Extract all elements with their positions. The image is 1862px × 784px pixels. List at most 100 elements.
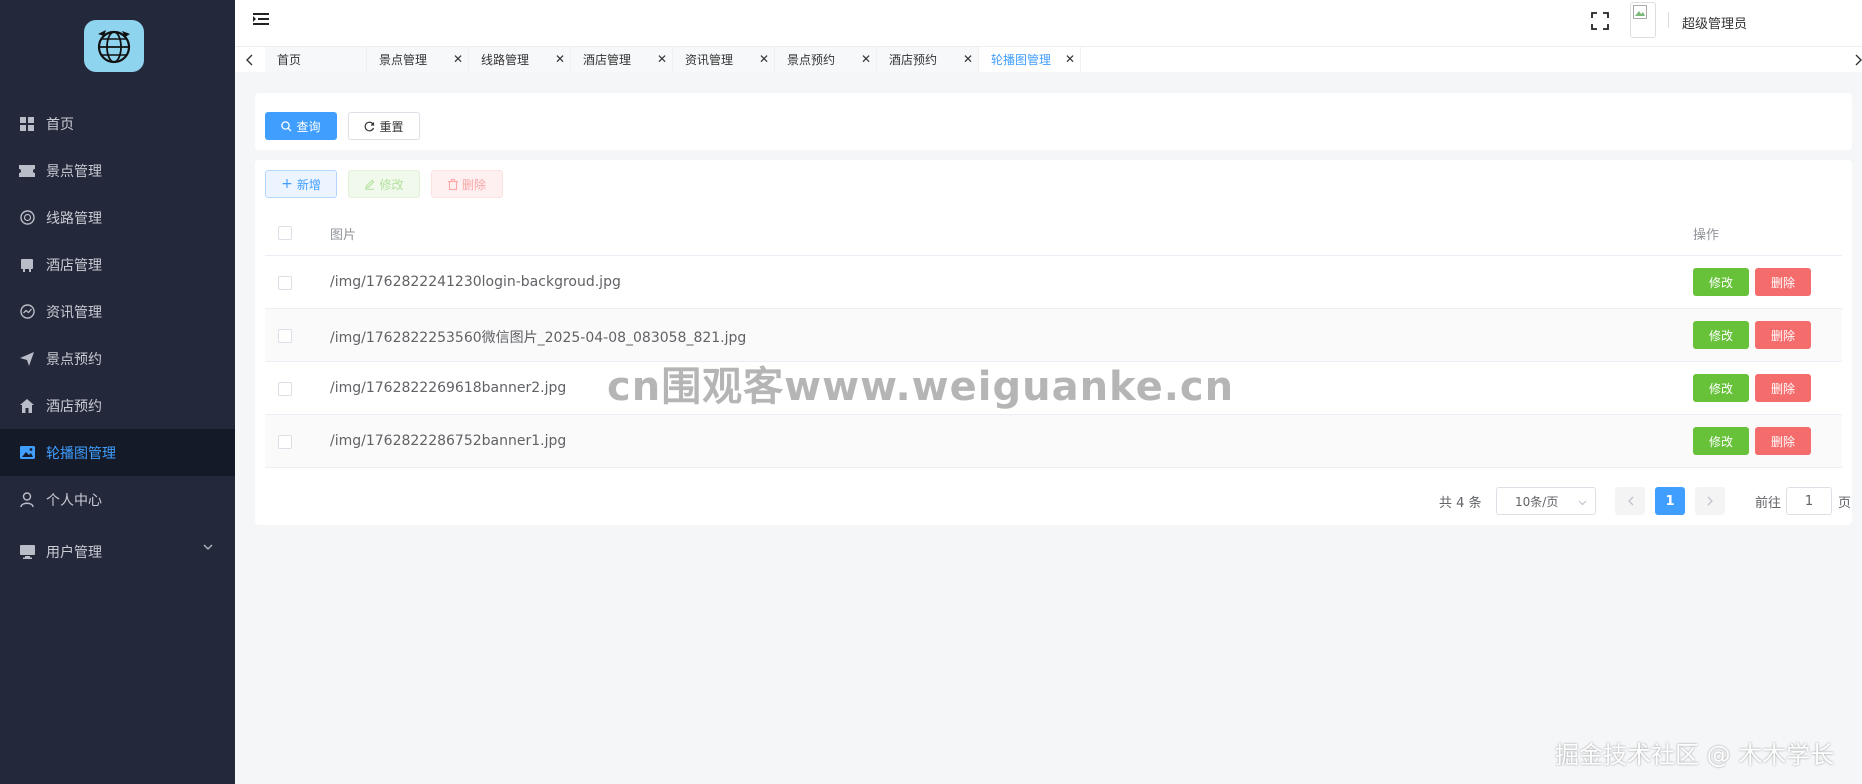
- delete-button[interactable]: 删除: [431, 170, 503, 198]
- sidebar-item-scenic[interactable]: 景点管理: [0, 147, 235, 194]
- fullscreen-icon[interactable]: [1591, 12, 1609, 30]
- add-button-label: 新增: [296, 177, 321, 192]
- row-delete-button[interactable]: 删除: [1755, 268, 1811, 296]
- row-checkbox[interactable]: [278, 276, 292, 290]
- row-edit-button[interactable]: 修改: [1693, 321, 1749, 349]
- sidebar-item-profile[interactable]: 个人中心: [0, 476, 235, 523]
- sidebar: 首页 景点管理 线路管理 酒店管理 资讯管理 景点预约 酒店预约 轮播图管理 个…: [0, 0, 235, 784]
- tab-label: 景点预约: [787, 53, 836, 67]
- sidebar-item-route[interactable]: 线路管理: [0, 194, 235, 241]
- tab-label: 景点管理: [379, 53, 428, 67]
- sidebar-item-banner[interactable]: 轮播图管理: [0, 429, 235, 476]
- chevron-right-icon[interactable]: [1855, 50, 1862, 70]
- close-icon[interactable]: ✕: [759, 52, 769, 66]
- row-delete-button[interactable]: 删除: [1755, 374, 1811, 402]
- goto-prefix: 前往: [1755, 495, 1782, 511]
- tab-hotel[interactable]: 酒店管理 ✕: [571, 47, 673, 72]
- tab-scenic[interactable]: 景点管理 ✕: [367, 47, 469, 72]
- route-icon: [19, 210, 35, 226]
- row-edit-button[interactable]: 修改: [1693, 427, 1749, 455]
- goto-page-input[interactable]: 1: [1786, 487, 1832, 515]
- top-header: 超级管理员: [235, 0, 1862, 47]
- sidebar-item-label: 酒店预约: [46, 398, 102, 415]
- tab-scenic-booking[interactable]: 景点预约 ✕: [775, 47, 877, 72]
- username-label[interactable]: 超级管理员: [1682, 13, 1747, 32]
- avatar[interactable]: [1630, 2, 1656, 38]
- row-delete-label: 删除: [1770, 434, 1795, 449]
- next-page-button[interactable]: [1695, 487, 1725, 515]
- row-delete-label: 删除: [1770, 275, 1795, 290]
- tab-label: 首页: [277, 53, 302, 67]
- close-icon[interactable]: ✕: [963, 52, 973, 66]
- edit-button[interactable]: 修改: [348, 170, 420, 198]
- edit-button-label: 修改: [379, 177, 404, 192]
- row-delete-label: 删除: [1770, 328, 1795, 343]
- close-icon[interactable]: ✕: [861, 52, 871, 66]
- reset-button-label: 重置: [379, 119, 404, 134]
- row-edit-label: 修改: [1708, 381, 1733, 396]
- row-checkbox[interactable]: [278, 382, 292, 396]
- tab-banner[interactable]: 轮播图管理 ✕: [979, 47, 1081, 72]
- select-all-checkbox[interactable]: [278, 226, 292, 240]
- tab-label: 轮播图管理: [991, 53, 1052, 67]
- row-edit-label: 修改: [1708, 275, 1733, 290]
- sidebar-item-label: 用户管理: [46, 545, 102, 561]
- row-checkbox[interactable]: [278, 329, 292, 343]
- search-card: 查询 重置: [255, 93, 1852, 150]
- row-edit-button[interactable]: 修改: [1693, 374, 1749, 402]
- table-row: /img/1762822241230login-backgroud.jpg 修改…: [265, 256, 1842, 309]
- goto-suffix: 页: [1838, 495, 1852, 511]
- page-size-select[interactable]: 10条/页: [1496, 487, 1596, 515]
- sidebar-item-label: 个人中心: [46, 492, 102, 509]
- tab-route[interactable]: 线路管理 ✕: [469, 47, 571, 72]
- sidebar-item-users[interactable]: 用户管理: [0, 523, 235, 581]
- row-delete-button[interactable]: 删除: [1755, 321, 1811, 349]
- tab-news[interactable]: 资讯管理 ✕: [673, 47, 775, 72]
- table-header: 图片 操作: [265, 210, 1842, 256]
- picture-icon: [19, 445, 35, 461]
- row-edit-button[interactable]: 修改: [1693, 268, 1749, 296]
- table-card: + 新增 修改 删除 图片 操作 /img/1762822241230login…: [255, 160, 1852, 525]
- prev-page-button[interactable]: [1615, 487, 1645, 515]
- sidebar-menu: 首页 景点管理 线路管理 酒店管理 资讯管理 景点预约 酒店预约 轮播图管理 个…: [0, 100, 235, 581]
- tab-label: 资讯管理: [685, 53, 734, 67]
- sidebar-item-home[interactable]: 首页: [0, 100, 235, 147]
- app-logo: [84, 20, 144, 72]
- add-button[interactable]: + 新增: [265, 170, 337, 198]
- sidebar-item-hotel-booking[interactable]: 酒店预约: [0, 382, 235, 429]
- user-icon: [19, 492, 35, 508]
- refresh-icon: [365, 121, 375, 131]
- query-button[interactable]: 查询: [265, 112, 337, 140]
- image-path: /img/1762822269618banner2.jpg: [330, 380, 567, 396]
- query-button-label: 查询: [296, 119, 321, 134]
- close-icon[interactable]: ✕: [555, 52, 565, 66]
- send-icon: [19, 351, 35, 367]
- delete-button-label: 删除: [461, 177, 486, 192]
- chevron-left-icon[interactable]: [239, 50, 259, 70]
- image-path: /img/1762822286752banner1.jpg: [330, 433, 567, 449]
- image-path: /img/1762822253560微信图片_2025-04-08_083058…: [330, 330, 747, 346]
- tab-label: 线路管理: [481, 53, 530, 67]
- sidebar-item-hotel[interactable]: 酒店管理: [0, 241, 235, 288]
- trash-icon: [447, 178, 458, 190]
- row-delete-button[interactable]: 删除: [1755, 427, 1811, 455]
- search-icon: [281, 120, 292, 131]
- row-checkbox[interactable]: [278, 435, 292, 449]
- tab-home[interactable]: 首页: [265, 47, 367, 72]
- sidebar-item-scenic-booking[interactable]: 景点预约: [0, 335, 235, 382]
- sidebar-item-label: 景点管理: [46, 163, 102, 180]
- sidebar-item-news[interactable]: 资讯管理: [0, 288, 235, 335]
- dashboard-icon: [19, 116, 35, 132]
- image-path: /img/1762822241230login-backgroud.jpg: [330, 274, 621, 290]
- close-icon[interactable]: ✕: [657, 52, 667, 66]
- column-header-image: 图片: [330, 228, 357, 243]
- page-number-current[interactable]: 1: [1655, 487, 1685, 515]
- close-icon[interactable]: ✕: [453, 52, 463, 66]
- close-icon[interactable]: ✕: [1065, 52, 1075, 66]
- row-delete-label: 删除: [1770, 381, 1795, 396]
- row-edit-label: 修改: [1708, 434, 1733, 449]
- tab-hotel-booking[interactable]: 酒店预约 ✕: [877, 47, 979, 72]
- menu-toggle-icon[interactable]: [253, 12, 271, 28]
- reset-button[interactable]: 重置: [348, 112, 420, 140]
- banner-table: 图片 操作 /img/1762822241230login-backgroud.…: [265, 210, 1842, 468]
